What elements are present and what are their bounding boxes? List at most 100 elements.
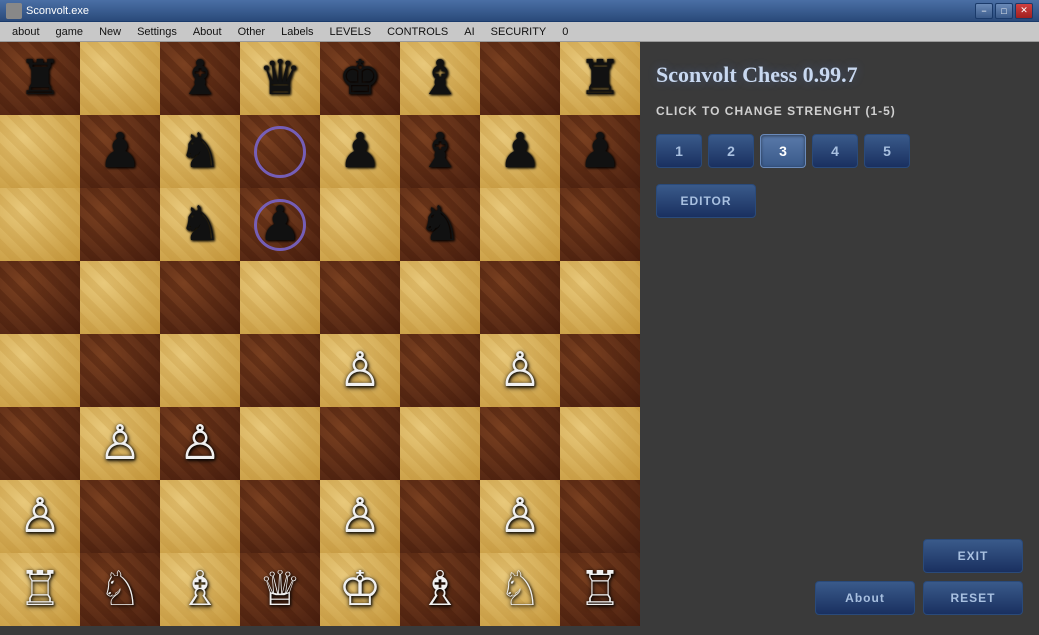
- menu-new[interactable]: New: [91, 24, 129, 40]
- cell-r1c6[interactable]: ♟: [480, 115, 560, 188]
- cell-r0c0[interactable]: ♜: [0, 42, 80, 115]
- about-button[interactable]: About: [815, 581, 915, 615]
- piece-black-rook: ♜: [18, 55, 61, 103]
- cell-r4c6[interactable]: ♙: [480, 334, 560, 407]
- strength-2-button[interactable]: 2: [708, 134, 754, 168]
- menu-controls[interactable]: CONTROLS: [379, 24, 456, 40]
- piece-black-knight1: ♞: [178, 128, 221, 176]
- cell-r3c3[interactable]: [240, 261, 320, 334]
- cell-r7c5[interactable]: ♗: [400, 553, 480, 626]
- cell-r1c3[interactable]: [240, 115, 320, 188]
- cell-r3c2[interactable]: [160, 261, 240, 334]
- cell-r6c5[interactable]: [400, 480, 480, 553]
- cell-r2c2[interactable]: ♞: [160, 188, 240, 261]
- cell-r2c1[interactable]: [80, 188, 160, 261]
- cell-r5c3[interactable]: [240, 407, 320, 480]
- cell-r4c3[interactable]: [240, 334, 320, 407]
- cell-r7c6[interactable]: ♘: [480, 553, 560, 626]
- cell-r4c1[interactable]: [80, 334, 160, 407]
- side-panel: Sconvolt Chess 0.99.7 CLICK TO CHANGE ST…: [640, 42, 1039, 635]
- reset-button[interactable]: RESET: [923, 581, 1023, 615]
- menu-security[interactable]: SECURITY: [483, 24, 555, 40]
- cell-r7c7[interactable]: ♖: [560, 553, 640, 626]
- cell-r5c2[interactable]: ♙: [160, 407, 240, 480]
- cell-r1c2[interactable]: ♞: [160, 115, 240, 188]
- cell-r0c2[interactable]: ♝: [160, 42, 240, 115]
- menu-ai[interactable]: AI: [456, 24, 482, 40]
- close-button[interactable]: ✕: [1015, 3, 1033, 19]
- piece-black-pawn4: ♟: [578, 128, 621, 176]
- cell-r0c1[interactable]: [80, 42, 160, 115]
- cell-r6c6[interactable]: ♙: [480, 480, 560, 553]
- cell-r1c5[interactable]: ♝: [400, 115, 480, 188]
- cell-r3c1[interactable]: [80, 261, 160, 334]
- cell-r1c7[interactable]: ♟: [560, 115, 640, 188]
- strength-5-button[interactable]: 5: [864, 134, 910, 168]
- menu-settings[interactable]: Settings: [129, 24, 185, 40]
- cell-r2c3[interactable]: ♟: [240, 188, 320, 261]
- cell-r6c1[interactable]: [80, 480, 160, 553]
- cell-r4c7[interactable]: [560, 334, 640, 407]
- cell-r5c1[interactable]: ♙: [80, 407, 160, 480]
- piece-white-rook2: ♖: [578, 566, 621, 614]
- strength-buttons: 1 2 3 4 5: [656, 134, 1023, 168]
- cell-r1c1[interactable]: ♟: [80, 115, 160, 188]
- cell-r2c7[interactable]: [560, 188, 640, 261]
- piece-white-knight1: ♘: [98, 566, 141, 614]
- cell-r1c0[interactable]: [0, 115, 80, 188]
- cell-r4c2[interactable]: [160, 334, 240, 407]
- cell-r7c3[interactable]: ♕: [240, 553, 320, 626]
- cell-r7c4[interactable]: ♔: [320, 553, 400, 626]
- menu-game[interactable]: game: [48, 24, 92, 40]
- maximize-button[interactable]: □: [995, 3, 1013, 19]
- cell-r2c4[interactable]: [320, 188, 400, 261]
- minimize-button[interactable]: −: [975, 3, 993, 19]
- cell-r6c0[interactable]: ♙: [0, 480, 80, 553]
- piece-black-bishop3: ♝: [418, 128, 461, 176]
- menu-labels[interactable]: Labels: [273, 24, 321, 40]
- cell-r5c6[interactable]: [480, 407, 560, 480]
- cell-r6c7[interactable]: [560, 480, 640, 553]
- piece-black-pawn1: ♟: [98, 128, 141, 176]
- cell-r2c5[interactable]: ♞: [400, 188, 480, 261]
- cell-r3c7[interactable]: [560, 261, 640, 334]
- strength-3-button[interactable]: 3: [760, 134, 806, 168]
- piece-white-pawn6: ♙: [338, 493, 381, 541]
- cell-r0c4[interactable]: ♚: [320, 42, 400, 115]
- cell-r2c6[interactable]: [480, 188, 560, 261]
- strength-label: CLICK TO CHANGE STRENGHT (1-5): [656, 104, 1023, 118]
- cell-r7c0[interactable]: ♖: [0, 553, 80, 626]
- cell-r6c2[interactable]: [160, 480, 240, 553]
- menu-about2[interactable]: About: [185, 24, 230, 40]
- cell-r5c5[interactable]: [400, 407, 480, 480]
- cell-r5c0[interactable]: [0, 407, 80, 480]
- cell-r4c5[interactable]: [400, 334, 480, 407]
- cell-r1c4[interactable]: ♟: [320, 115, 400, 188]
- cell-r6c3[interactable]: [240, 480, 320, 553]
- menu-levels[interactable]: LEVELS: [322, 24, 380, 40]
- exit-button[interactable]: EXIT: [923, 539, 1023, 573]
- cell-r3c6[interactable]: [480, 261, 560, 334]
- cell-r5c4[interactable]: [320, 407, 400, 480]
- cell-r4c4[interactable]: ♙: [320, 334, 400, 407]
- cell-r6c4[interactable]: ♙: [320, 480, 400, 553]
- cell-r5c7[interactable]: [560, 407, 640, 480]
- cell-r3c0[interactable]: [0, 261, 80, 334]
- strength-4-button[interactable]: 4: [812, 134, 858, 168]
- menu-about[interactable]: about: [4, 24, 48, 40]
- editor-button[interactable]: EDITOR: [656, 184, 756, 218]
- piece-black-king: ♚: [338, 55, 381, 103]
- cell-r7c1[interactable]: ♘: [80, 553, 160, 626]
- cell-r3c4[interactable]: [320, 261, 400, 334]
- cell-r0c5[interactable]: ♝: [400, 42, 480, 115]
- cell-r7c2[interactable]: ♗: [160, 553, 240, 626]
- cell-r4c0[interactable]: [0, 334, 80, 407]
- cell-r3c5[interactable]: [400, 261, 480, 334]
- cell-r0c6[interactable]: [480, 42, 560, 115]
- cell-r0c3[interactable]: ♛: [240, 42, 320, 115]
- cell-r0c7[interactable]: ♜: [560, 42, 640, 115]
- strength-1-button[interactable]: 1: [656, 134, 702, 168]
- menu-other[interactable]: Other: [230, 24, 274, 40]
- cell-r2c0[interactable]: [0, 188, 80, 261]
- menu-zero[interactable]: 0: [554, 24, 576, 40]
